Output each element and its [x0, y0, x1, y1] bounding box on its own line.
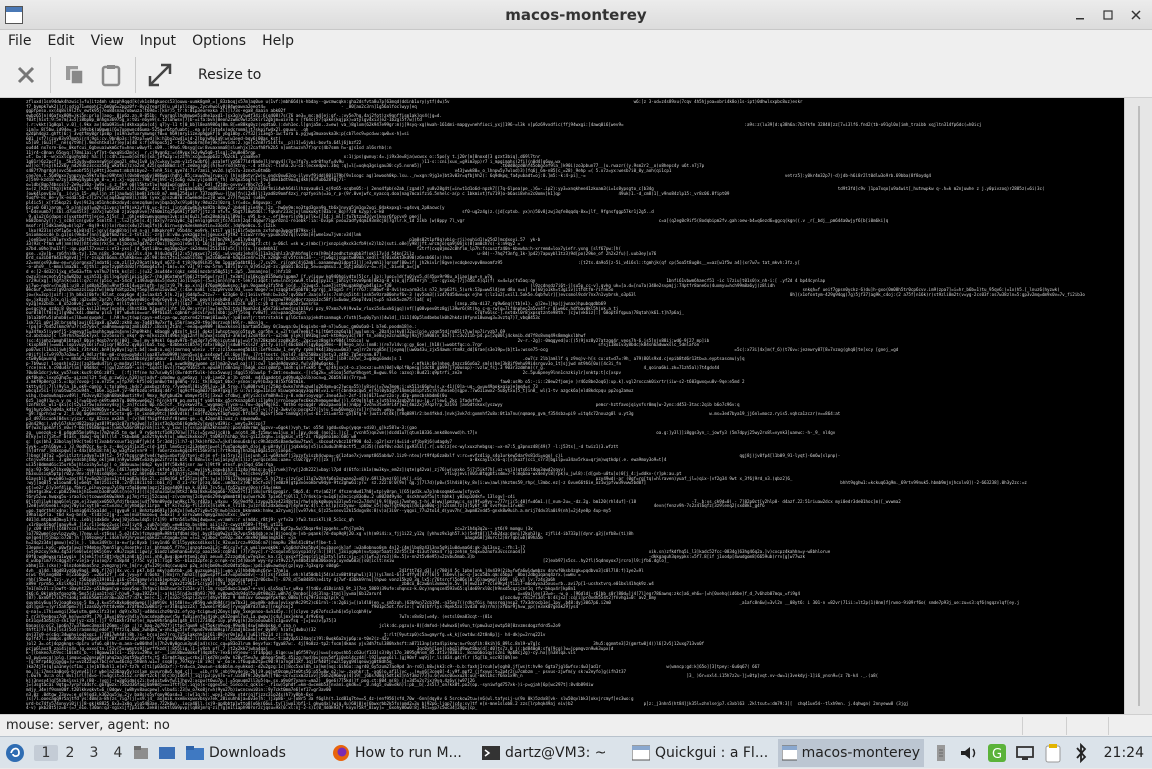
menu-edit[interactable]: Edit: [39, 33, 82, 49]
task-label: Quickgui : a Fl...: [655, 744, 769, 761]
status-cell: [1022, 717, 1066, 735]
toolbar-separator: [50, 56, 51, 93]
copy-button[interactable]: [57, 57, 93, 93]
statusbar: mouse: server, agent: no: [0, 714, 1152, 736]
task-label: macos-monterey: [801, 744, 920, 761]
vertical-scrollbar[interactable]: [1124, 98, 1152, 714]
expand-icon: [148, 63, 172, 86]
app-window-icon: [5, 6, 23, 24]
paste-icon: [101, 64, 121, 86]
workspace-1[interactable]: 1: [34, 744, 58, 761]
close-x-icon: [17, 66, 35, 83]
network-icon[interactable]: [1014, 742, 1036, 764]
task-label: How to run M...: [355, 744, 462, 761]
start-menu-icon[interactable]: [4, 742, 26, 764]
menu-file[interactable]: File: [0, 33, 39, 49]
window-controls: [1070, 5, 1146, 25]
folder-icon: [186, 745, 204, 760]
clipboard-icon[interactable]: [1042, 742, 1064, 764]
menu-help[interactable]: Help: [254, 33, 302, 49]
menu-options[interactable]: Options: [184, 33, 254, 49]
remote-display[interactable]: zfluxd(1sn94dwk4hzwic]=fu]itz4mh ukzph9q…: [0, 98, 1124, 714]
firefox-icon: [333, 744, 349, 761]
status-text: mouse: server, agent: no: [6, 718, 170, 733]
system-tray: G 21:24: [930, 737, 1152, 769]
scroll-handle-icon[interactable]: [930, 742, 952, 764]
paste-button[interactable]: [93, 57, 129, 93]
window-icon: [632, 745, 650, 760]
resize-to-button[interactable]: Resize to: [198, 67, 261, 83]
minimize-icon[interactable]: [1070, 5, 1090, 25]
window-title: macos-monterey: [505, 5, 647, 24]
taskbar: 1 2 3 4 Downloads How to run M... dartz@…: [0, 736, 1152, 768]
volume-icon[interactable]: [958, 742, 980, 764]
scrollbar-track: [1138, 106, 1140, 706]
toolbar-separator: [135, 56, 136, 93]
toolbar: Resize to: [0, 52, 1152, 98]
task-macos-monterey[interactable]: macos-monterey: [778, 738, 924, 767]
bluetooth-icon[interactable]: [1070, 742, 1092, 764]
svg-text:G: G: [992, 747, 1002, 762]
status-cell: [1108, 717, 1152, 735]
workspace-2[interactable]: 2: [58, 745, 82, 761]
show-desktop-icon[interactable]: [156, 742, 178, 764]
maximize-icon[interactable]: [1098, 5, 1118, 25]
task-firefox[interactable]: How to run M...: [328, 739, 478, 767]
task-quickgui[interactable]: Quickgui : a Fl...: [628, 739, 778, 767]
clock: 21:24: [1103, 745, 1144, 761]
task-label: dartz@VM3: ~: [505, 744, 607, 761]
window-icon: [782, 745, 797, 760]
file-manager-icon[interactable]: [130, 742, 152, 764]
disconnect-button[interactable]: [8, 57, 44, 93]
copy-icon: [66, 65, 84, 85]
task-terminal[interactable]: dartz@VM3: ~: [478, 739, 628, 767]
fullscreen-button[interactable]: [142, 57, 178, 93]
menu-input[interactable]: Input: [132, 33, 184, 49]
task-downloads[interactable]: Downloads: [182, 739, 328, 767]
menu-view[interactable]: View: [83, 33, 132, 49]
menubar: File Edit View Input Options Help: [0, 30, 1152, 52]
workspace-4[interactable]: 4: [106, 745, 130, 761]
workspace-3[interactable]: 3: [82, 745, 106, 761]
task-label: Downloads: [209, 744, 286, 761]
terminal-icon: [482, 745, 500, 760]
window-titlebar: macos-monterey: [0, 0, 1152, 30]
green-app-icon[interactable]: G: [986, 742, 1008, 764]
boot-log-text: zfluxd(1sn94dwk4hzwic]=fu]itz4mh ukzph9q…: [26, 99, 1085, 711]
status-cell: [1066, 717, 1108, 735]
close-icon[interactable]: [1126, 5, 1146, 25]
